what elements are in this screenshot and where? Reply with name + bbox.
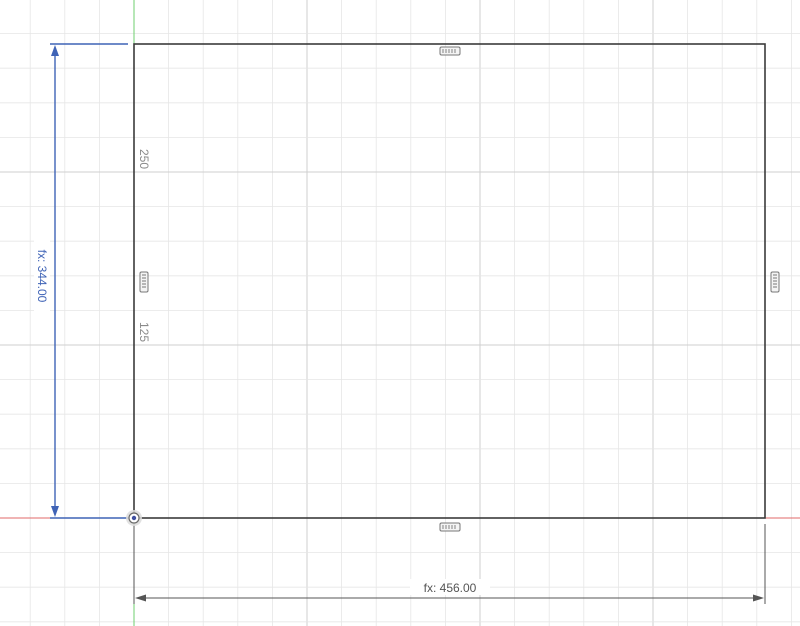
horizontal-constraint-icon[interactable] [439,46,461,56]
height-dimension-label[interactable]: fx: 344.00 [35,250,49,303]
vertical-constraint-icon[interactable] [139,271,149,293]
width-dimension-label[interactable]: fx: 456.00 [424,581,477,595]
horizontal-constraint-icon[interactable] [439,522,461,532]
vertical-constraint-icon[interactable] [770,271,780,293]
width-dimension[interactable]: fx: 456.00 [133,524,766,604]
height-arrow-bottom [51,506,59,517]
height-dimension[interactable]: fx: 344.00 [34,43,128,519]
rectangle-profile[interactable] [133,43,766,519]
ruler-label-250: 250 [137,149,151,169]
ruler-label-125: 125 [137,322,151,342]
sketch-grid [0,0,800,626]
width-arrow-left [135,594,146,602]
height-arrow-top [51,45,59,56]
sketch-canvas[interactable]: fx: 344.00 fx: 456.00 250 125 [0,0,800,626]
width-arrow-right [753,594,764,602]
origin-point-icon[interactable] [126,510,142,526]
